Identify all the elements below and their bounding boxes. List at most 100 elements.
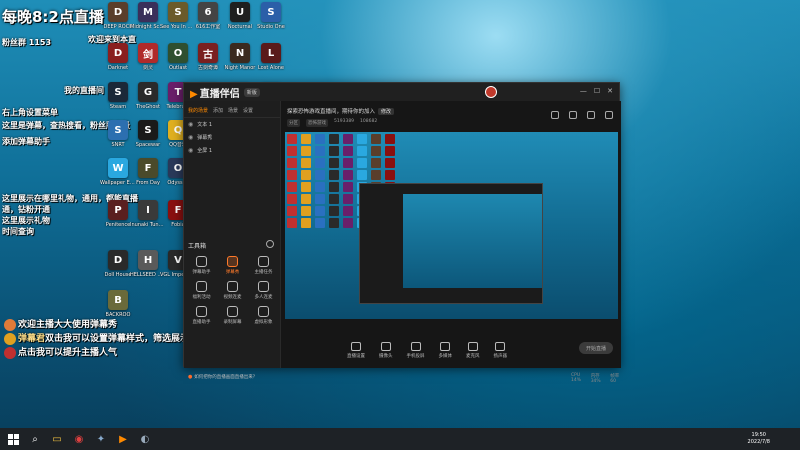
preview-icon xyxy=(329,194,339,204)
preview-icon xyxy=(301,158,311,168)
steam-icon[interactable]: ◐ xyxy=(138,432,152,446)
tab-scene[interactable]: 场景 xyxy=(228,107,238,114)
live-companion-taskbar-icon[interactable]: ▶ xyxy=(116,432,130,446)
source-row[interactable]: ◉ 弹幕秀 xyxy=(184,131,280,144)
preview-icon xyxy=(287,146,297,156)
tool-record-screen[interactable]: 录制屏幕 xyxy=(217,306,248,325)
pinned-app-icon[interactable]: ✦ xyxy=(94,432,108,446)
tool-live-helper[interactable]: 直播助手 xyxy=(186,306,217,325)
desktop-icon[interactable]: L Lost Alone xyxy=(253,43,289,83)
preview-icon xyxy=(287,134,297,144)
maximize-button[interactable]: ☐ xyxy=(594,87,600,95)
source-row[interactable]: ◉ 全屏 1 xyxy=(184,144,280,157)
tool-avatar[interactable]: 虚拟形象 xyxy=(248,306,279,325)
preview-icon xyxy=(301,182,311,192)
preview-icon xyxy=(315,170,325,180)
preview-icon xyxy=(343,170,353,180)
tab-add[interactable]: 添加 xyxy=(213,107,223,114)
window-controls: — ☐ ✕ xyxy=(580,87,613,95)
scene-tabs: 我的场景 添加 场景 设置 xyxy=(184,101,280,118)
tab-settings[interactable]: 设置 xyxy=(243,107,253,114)
app-icon: S xyxy=(108,120,128,140)
preview-icon xyxy=(315,134,325,144)
chrome-icon[interactable]: ◉ xyxy=(72,432,86,446)
camera-icon xyxy=(380,342,391,351)
preview-icon xyxy=(329,134,339,144)
camera-button[interactable]: 摄像头 xyxy=(379,342,393,359)
app-icon: S xyxy=(138,120,158,140)
search-icon[interactable]: ⌕ xyxy=(28,432,42,446)
preview-icon xyxy=(287,206,297,216)
file-explorer-icon[interactable]: ▭ xyxy=(50,432,64,446)
eye-icon[interactable]: ◉ xyxy=(188,147,193,154)
preview-icon xyxy=(301,218,311,228)
preview-icon xyxy=(343,194,353,204)
tool-welfare[interactable]: 福利活动 xyxy=(186,281,217,300)
preview-icon xyxy=(385,170,395,180)
tool-icon xyxy=(258,281,269,292)
bottom-toolbar: 直播设置 摄像头 手机投屏 多媒体 麦克风 扬声器 xyxy=(281,333,621,368)
clock-date: 2022/7/8 xyxy=(747,439,770,445)
tool-video-link[interactable]: 视频连麦 xyxy=(217,281,248,300)
eye-icon[interactable]: ◉ xyxy=(188,121,193,128)
close-button[interactable]: ✕ xyxy=(607,87,613,95)
message-icon[interactable] xyxy=(569,111,577,119)
preview-icon xyxy=(315,146,325,156)
tool-multi-link[interactable]: 多人连麦 xyxy=(248,281,279,300)
tool-icon xyxy=(227,281,238,292)
source-row[interactable]: ◉ 文本 1 xyxy=(184,118,280,131)
taskbar-clock[interactable]: 19:50 2022/7/8 xyxy=(748,432,770,446)
media-button[interactable]: 多媒体 xyxy=(439,342,452,359)
preview-icon xyxy=(287,194,297,204)
live-settings-button[interactable]: 直播设置 xyxy=(347,342,365,359)
tool-streamer-task[interactable]: 主播任务 xyxy=(248,256,279,275)
game-chip[interactable]: 恐怖游戏 xyxy=(306,119,328,127)
tool-icon xyxy=(258,256,269,267)
speaker-button[interactable]: 扬声器 xyxy=(494,342,507,359)
app-icon: 剑 xyxy=(138,43,158,63)
desktop-icon-label: 616工作室 xyxy=(195,24,221,30)
microphone-button[interactable]: 麦克风 xyxy=(466,342,480,359)
tool-danmu-helper[interactable]: 弹幕助手 xyxy=(186,256,217,275)
stream-preview[interactable] xyxy=(285,132,618,319)
help-notice[interactable]: ● 如何把你的直播画面直播出来？ xyxy=(188,373,257,380)
phone-cast-button[interactable]: 手机投屏 xyxy=(407,342,425,359)
preview-icon xyxy=(301,170,311,180)
desktop-icon[interactable]: 6 616工作室 xyxy=(190,2,226,42)
app-icon: S xyxy=(108,82,128,102)
tab-my-scene[interactable]: 我的场景 xyxy=(188,107,208,114)
start-button[interactable] xyxy=(6,432,20,446)
chat-avatar xyxy=(4,332,16,345)
toolbox-settings-icon[interactable] xyxy=(266,240,274,248)
tool-danmu-show[interactable]: 弹幕秀 xyxy=(217,256,248,275)
tool-icon xyxy=(196,281,207,292)
minimize-button[interactable]: — xyxy=(580,87,587,95)
source-label: 全屏 1 xyxy=(197,148,213,154)
edit-room-button[interactable]: 修改 xyxy=(378,108,395,115)
desktop-icon-label: 古剑奇谭 xyxy=(197,65,218,71)
share-icon[interactable] xyxy=(605,111,613,119)
preview-icon xyxy=(329,182,339,192)
preview-icon xyxy=(315,218,325,228)
header-icons xyxy=(551,111,613,119)
start-live-button[interactable]: 开始直播 xyxy=(579,342,613,354)
preview-inner-screen xyxy=(403,194,542,288)
version-badge[interactable]: 新版 xyxy=(243,87,260,97)
eye-icon[interactable]: ◉ xyxy=(188,134,193,141)
preview-icon xyxy=(287,218,297,228)
desktop-icon[interactable]: S Studio One xyxy=(253,2,289,42)
category-chip[interactable]: 分区 xyxy=(287,119,300,127)
settings-icon[interactable] xyxy=(587,111,595,119)
tool-icon xyxy=(196,306,207,317)
room-title: 探索恐怖游戏直播间，期待你的加入 修改 xyxy=(287,107,395,115)
app-icon: I xyxy=(138,200,158,220)
gift-icon[interactable] xyxy=(551,111,559,119)
desktop-icon[interactable]: 古古剑奇谭 xyxy=(190,43,226,83)
preview-icon xyxy=(357,134,367,144)
chat-line-1: 弹幕君双击我可以设置弹幕样式，筛选展示哦~ xyxy=(4,331,206,345)
preview-icon xyxy=(329,206,339,216)
user-avatar[interactable] xyxy=(485,86,497,98)
media-icon xyxy=(440,342,451,351)
live-companion-window: ▶ 直播伴侣 新版 — ☐ ✕ 我的场景 添加 场景 设置 ◉ 文本 1 ◉ 弹幕… xyxy=(183,82,621,384)
preview-icon xyxy=(385,146,395,156)
